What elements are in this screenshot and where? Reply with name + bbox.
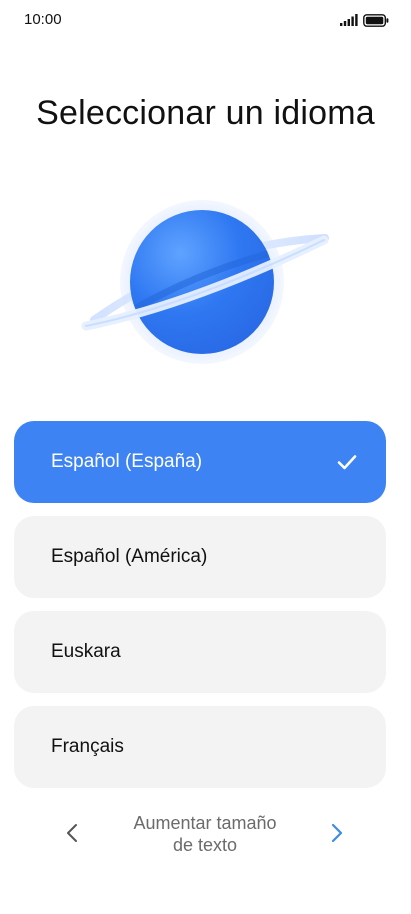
bottom-nav: Aumentar tamaño de texto <box>0 812 411 860</box>
chevron-left-icon[interactable] <box>60 820 84 846</box>
status-time: 10:00 <box>24 11 62 28</box>
check-icon <box>337 455 357 470</box>
language-label: Euskara <box>51 641 121 662</box>
language-label: Español (España) <box>51 451 203 472</box>
language-label: Español (América) <box>51 546 208 567</box>
planet-illustration <box>80 190 330 380</box>
language-option-euskara[interactable]: Euskara <box>14 611 386 693</box>
status-icons <box>340 12 389 28</box>
language-option-es-es[interactable]: Español (España) <box>14 421 386 503</box>
increase-text-size-button[interactable]: Aumentar tamaño de texto <box>105 812 305 856</box>
increase-text-size-line2: de texto <box>172 835 238 855</box>
increase-text-size-line1: Aumentar tamaño <box>133 813 277 833</box>
chevron-right-icon[interactable] <box>325 820 349 846</box>
language-option-francais[interactable]: Français <box>14 706 386 788</box>
signal-icon <box>340 14 358 26</box>
battery-icon <box>363 13 389 27</box>
language-list: Español (España) Español (América) Euska… <box>14 421 386 801</box>
page-title: Seleccionar un idioma <box>36 94 375 132</box>
status-bar: 10:00 <box>0 0 411 40</box>
language-option-es-america[interactable]: Español (América) <box>14 516 386 598</box>
language-label: Français <box>51 736 124 757</box>
